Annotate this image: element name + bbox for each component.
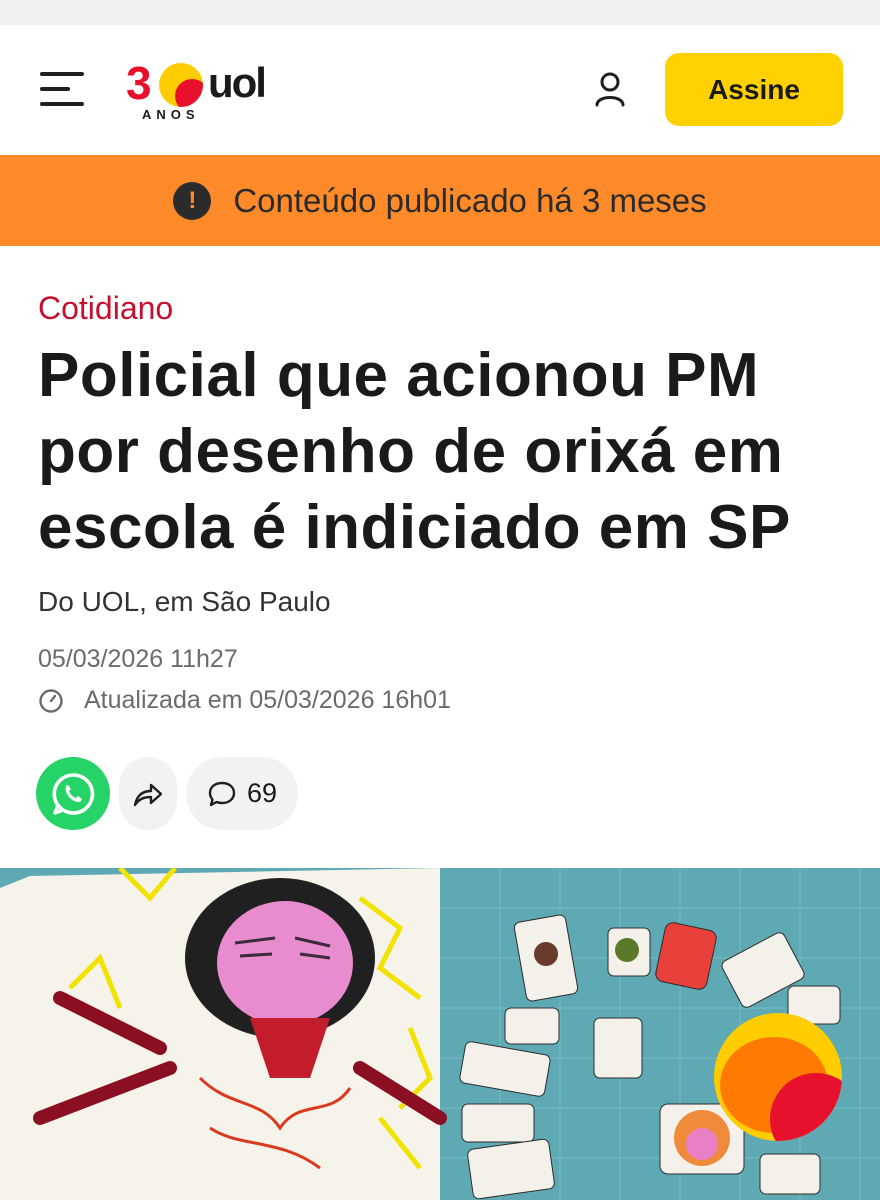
logo-number: 3 (126, 57, 152, 109)
comment-icon (208, 781, 236, 806)
category-link[interactable]: Cotidiano (38, 290, 173, 327)
logo-brand: uol (208, 59, 267, 106)
share-icon (133, 783, 163, 806)
status-strip (0, 0, 880, 25)
whatsapp-share-button[interactable] (36, 757, 110, 830)
share-actions: 69 (36, 757, 298, 830)
article-headline: Policial que acionou PM por desenho de o… (38, 341, 791, 562)
logo-anos: ANOS (142, 107, 200, 122)
site-header: 3 uol ANOS Assine (0, 25, 880, 155)
alert-icon: ! (173, 181, 212, 220)
uol-30-anos-logo[interactable]: 3 uol ANOS (126, 55, 296, 125)
subscribe-button[interactable]: Assine (665, 53, 843, 126)
user-icon[interactable] (594, 71, 626, 107)
share-button[interactable] (119, 757, 177, 830)
updated-text: Atualizada em 05/03/2026 16h01 (84, 686, 451, 714)
clock-icon (39, 688, 63, 713)
menu-icon[interactable] (40, 69, 86, 109)
notice-text: Conteúdo publicado há 3 meses (233, 181, 707, 219)
content-age-notice: ! Conteúdo publicado há 3 meses (0, 155, 880, 246)
logo-zero-circle (159, 63, 203, 107)
comments-count: 69 (246, 778, 278, 808)
uol-floating-badge[interactable] (714, 1013, 842, 1141)
comments-button[interactable]: 69 (186, 757, 298, 830)
whatsapp-icon (52, 772, 95, 815)
publish-date: 05/03/2026 11h27 (38, 645, 238, 673)
updated-date: Atualizada em 05/03/2026 16h01 (38, 686, 451, 715)
article-byline: Do UOL, em São Paulo (38, 586, 331, 617)
